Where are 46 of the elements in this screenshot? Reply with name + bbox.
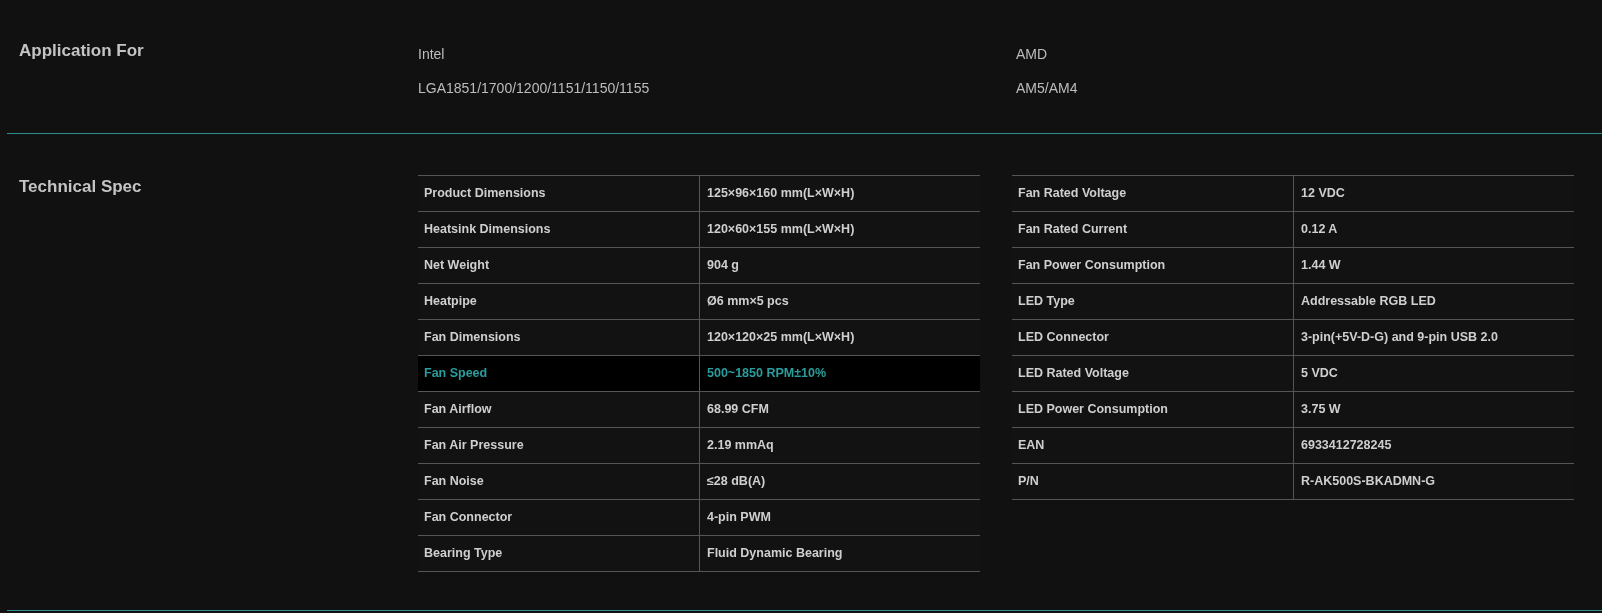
section-heading: Application For (19, 40, 144, 62)
spec-label: Fan Rated Current (1018, 221, 1128, 239)
spec-label: LED Power Consumption (1018, 401, 1168, 419)
section-heading: Technical Spec (19, 176, 142, 198)
spec-value: R-AK500S-BKADMN-G (1301, 473, 1436, 491)
platform-name: Intel (418, 45, 445, 64)
spec-value: 4-pin PWM (707, 509, 771, 527)
spec-label: Fan Power Consumption (1018, 257, 1166, 275)
spec-value: Fluid Dynamic Bearing (707, 545, 843, 563)
spec-label: Fan Rated Voltage (1018, 185, 1127, 203)
spec-value: 904 g (707, 257, 739, 275)
spec-value: Ø6 mm×5 pcs (707, 293, 789, 311)
spec-label: Fan Dimensions (424, 329, 521, 347)
spec-value: 0.12 A (1301, 221, 1338, 239)
spec-value: ≤28 dB(A) (707, 473, 766, 491)
spec-label: LED Connector (1018, 329, 1109, 347)
spec-label: Fan Airflow (424, 401, 492, 419)
spec-value: 1.44 W (1301, 257, 1341, 275)
spec-label: Heatsink Dimensions (424, 221, 551, 239)
spec-label: Fan Air Pressure (424, 437, 524, 455)
spec-label: Fan Speed (424, 365, 488, 383)
spec-value: 500~1850 RPM±10% (707, 365, 827, 383)
spec-value: 6933412728245 (1301, 437, 1392, 455)
spec-value: 3.75 W (1301, 401, 1341, 419)
spec-label: Net Weight (424, 257, 490, 275)
spec-label: Heatpipe (424, 293, 477, 311)
spec-label: LED Type (1018, 293, 1075, 311)
spec-label: Product Dimensions (424, 185, 546, 203)
spec-label: EAN (1018, 437, 1045, 455)
spec-value: 5 VDC (1301, 365, 1338, 383)
spec-label: LED Rated Voltage (1018, 365, 1129, 383)
spec-label: Fan Noise (424, 473, 484, 491)
spec-label: P/N (1018, 473, 1039, 491)
socket-list: LGA1851/1700/1200/1151/1150/1155 (418, 78, 650, 99)
socket-list: AM5/AM4 (1016, 78, 1078, 99)
platform-name: AMD (1016, 45, 1048, 64)
spec-value: Addressable RGB LED (1301, 293, 1436, 311)
spec-value: 2.19 mmAq (707, 437, 774, 455)
spec-label: Fan Connector (424, 509, 513, 527)
spec-value: 3-pin(+5V-D-G) and 9-pin USB 2.0 (1301, 329, 1498, 347)
spec-value: 120×120×25 mm(L×W×H) (707, 329, 855, 347)
spec-value: 125×96×160 mm(L×W×H) (707, 185, 855, 203)
spec-value: 120×60×155 mm(L×W×H) (707, 221, 855, 239)
spec-label: Bearing Type (424, 545, 503, 563)
spec-value: 68.99 CFM (707, 401, 769, 419)
spec-value: 12 VDC (1301, 185, 1345, 203)
